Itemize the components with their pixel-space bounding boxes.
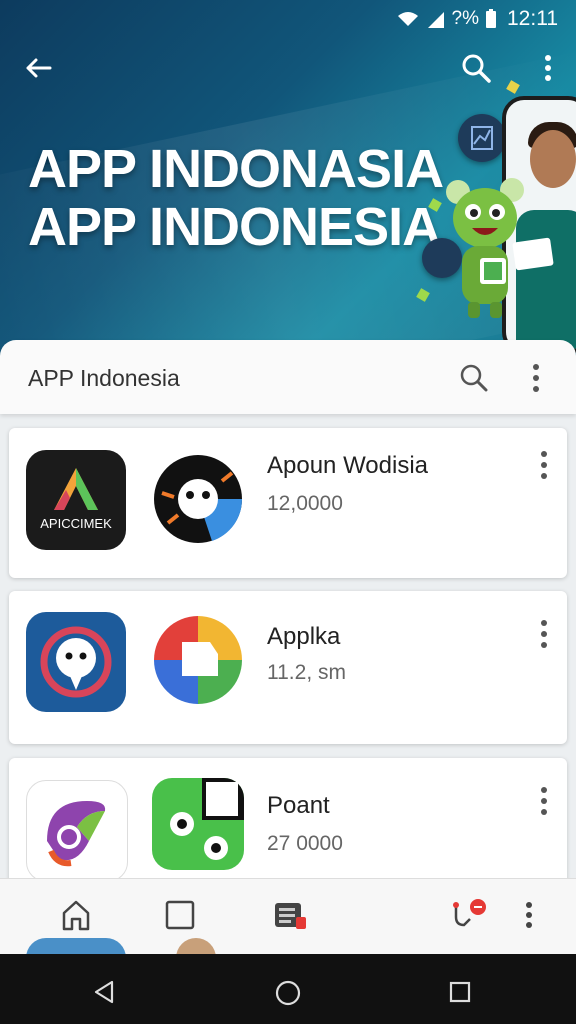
green-face-icon — [152, 778, 244, 870]
android-mascot-icon — [446, 178, 524, 318]
newspaper-icon[interactable] — [272, 897, 308, 933]
battery-percent: ?% — [451, 8, 479, 29]
app-logo-text: APICCIMEK — [40, 516, 112, 531]
wifi-icon — [397, 12, 418, 26]
signal-icon — [427, 12, 444, 28]
decor-cube — [506, 80, 520, 94]
app-card[interactable]: Applka 11.2, sm — [9, 591, 567, 744]
back-arrow-icon[interactable] — [22, 52, 54, 84]
banner-headline: APP INDONASIA APP INDONESIA — [28, 139, 444, 257]
section-header: APP Indonesia — [0, 340, 576, 414]
recents-square-icon[interactable] — [448, 980, 472, 1004]
more-vert-icon[interactable] — [528, 362, 544, 394]
more-vert-icon[interactable] — [514, 897, 544, 933]
battery-icon — [486, 9, 496, 28]
app-name: Poant — [267, 792, 330, 819]
app-logo-icon — [26, 612, 126, 712]
app-logo-icon: APICCIMEK — [26, 450, 126, 550]
headline-line-2: APP INDONESIA — [28, 197, 441, 257]
more-vert-icon[interactable] — [539, 450, 549, 480]
headline-line-1: APP INDONASIA — [28, 139, 444, 199]
chart-badge-icon — [458, 114, 506, 162]
back-triangle-icon[interactable] — [92, 979, 118, 1005]
decor-cube — [416, 288, 430, 302]
app-name: Applka — [267, 623, 341, 650]
more-vert-icon[interactable] — [532, 52, 564, 84]
robot-face-icon — [154, 455, 243, 543]
app-count: 11.2, sm — [267, 661, 346, 684]
pin-tool-icon[interactable] — [450, 897, 486, 933]
hero-banner: ?% 12:11 APP INDONASIA APP INDONESIA — [0, 0, 576, 360]
search-icon[interactable] — [460, 52, 492, 84]
app-count: 27 0000 — [267, 832, 343, 855]
section-title: APP Indonesia — [28, 365, 180, 391]
app-name: Apoun Wodisia — [267, 452, 428, 479]
status-bar: ?% 12:11 — [0, 0, 576, 36]
search-icon[interactable] — [458, 362, 490, 394]
more-vert-icon[interactable] — [539, 786, 549, 816]
home-icon[interactable] — [58, 897, 94, 933]
app-card[interactable]: APICCIMEK Apoun Wodisia 12,0000 — [9, 428, 567, 578]
system-navigation-bar — [0, 954, 576, 1024]
status-time: 12:11 — [507, 7, 558, 30]
more-vert-icon[interactable] — [539, 619, 549, 649]
app-count: 12,0000 — [267, 492, 343, 515]
person-face — [530, 130, 576, 188]
square-icon[interactable] — [162, 897, 198, 933]
color-ring-icon — [154, 616, 242, 704]
home-circle-icon[interactable] — [274, 979, 302, 1007]
app-logo-icon — [26, 780, 128, 882]
